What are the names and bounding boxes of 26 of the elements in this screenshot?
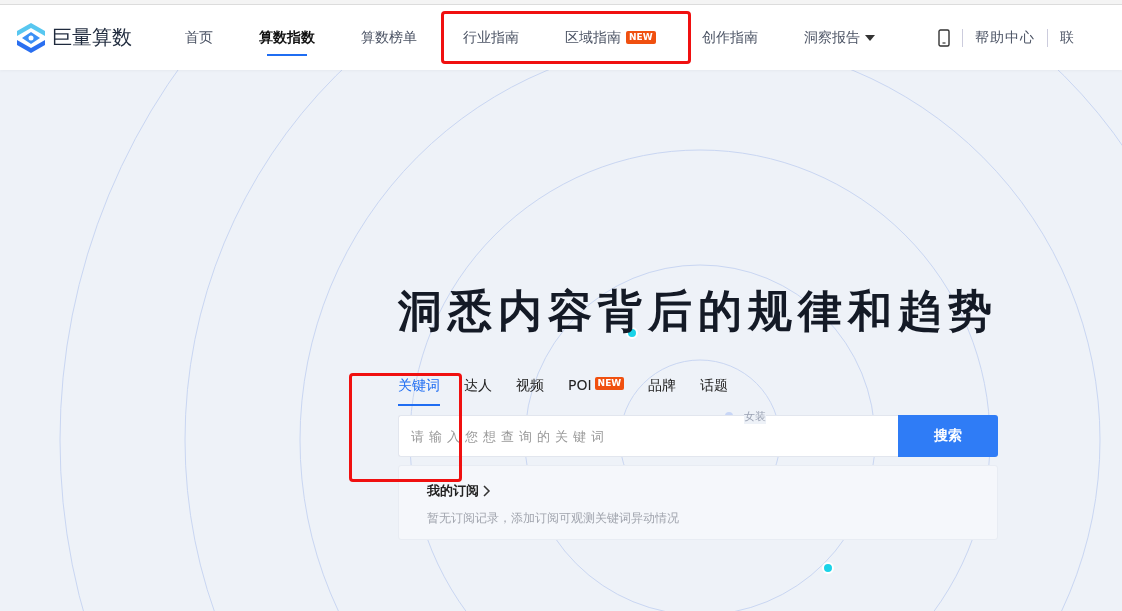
subscription-message: 暂无订阅记录，添加订阅可观测关键词异动情况 [427, 510, 680, 527]
search-tab[interactable]: 关键词 [398, 377, 440, 406]
search-tab[interactable]: 达人 [464, 377, 492, 406]
search-tab[interactable]: POI NEW [568, 377, 625, 406]
nav-link[interactable]: 帮助中心 [974, 28, 1035, 47]
nav-item[interactable]: 算数指数 [236, 5, 338, 70]
search-tab[interactable]: 话题 [700, 377, 729, 406]
hero-title: 洞悉内容背后的规律和趋势 [397, 284, 999, 338]
nav-item[interactable]: 区域指南 NEW [542, 5, 679, 70]
logo-icon [16, 21, 46, 54]
brand-name: 巨量算数 [52, 24, 132, 51]
nav-item[interactable]: 算数榜单 [338, 5, 440, 70]
nav-item[interactable]: 行业指南 [440, 5, 542, 70]
chevron-right-icon [483, 485, 491, 497]
nav-item[interactable]: 洞察报告 [780, 5, 898, 70]
nav-link[interactable]: 联 [1059, 28, 1075, 47]
floating-keyword: 女装 [744, 409, 766, 424]
search-tab[interactable]: 视频 [516, 377, 544, 406]
subscription-link[interactable]: 我的订阅 [427, 482, 969, 500]
new-badge: NEW [594, 377, 625, 390]
new-badge: NEW [626, 31, 656, 44]
nav-item[interactable]: 首页 [162, 5, 236, 70]
phone-icon[interactable] [937, 28, 950, 47]
search-tab[interactable]: 品牌 [648, 377, 677, 406]
search-button[interactable]: 搜索 [898, 415, 998, 457]
nav-item[interactable]: 创作指南 [678, 5, 781, 70]
